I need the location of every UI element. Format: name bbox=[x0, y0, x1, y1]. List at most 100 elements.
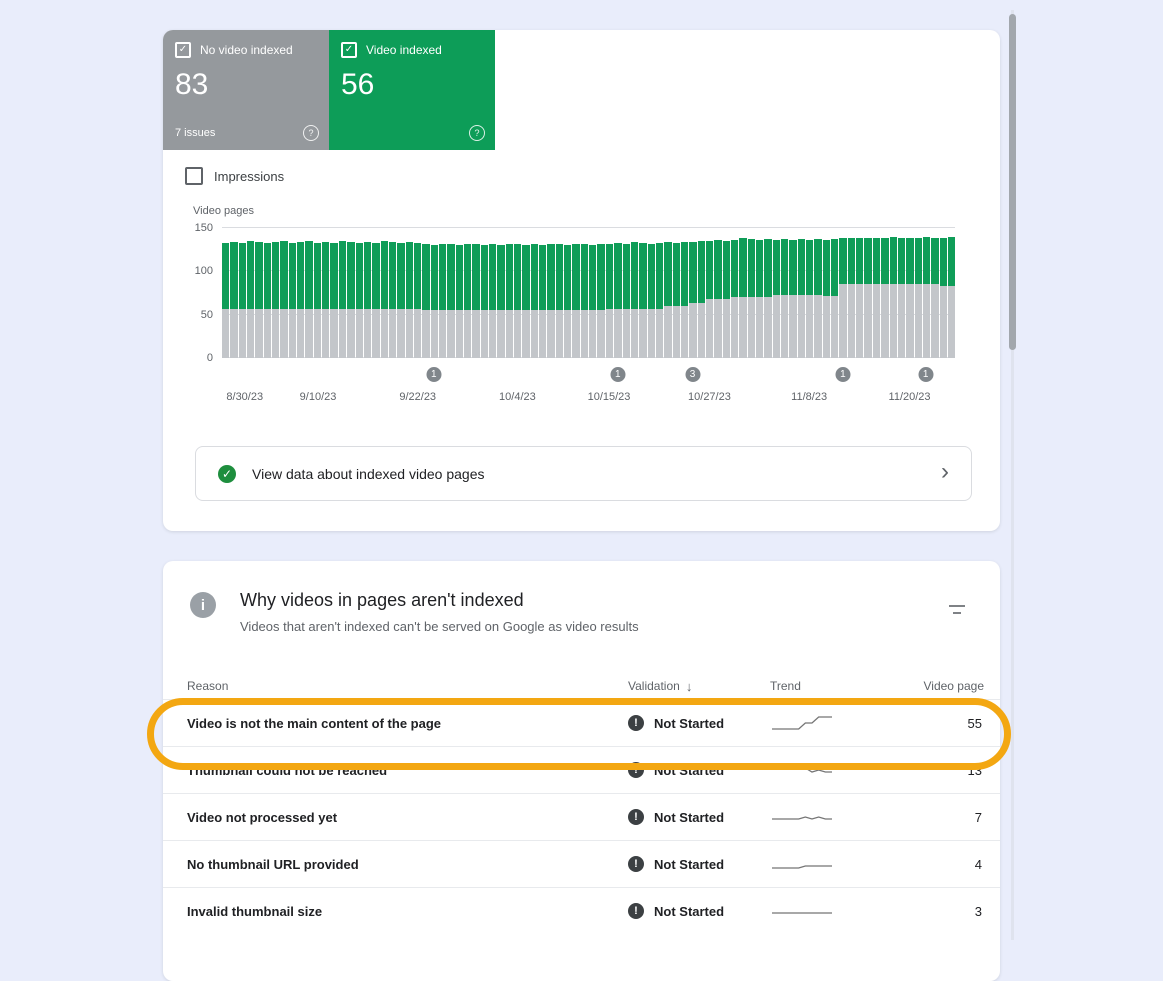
checkbox-checked-icon[interactable]: ✓ bbox=[341, 42, 357, 58]
chart-bar[interactable] bbox=[798, 239, 805, 358]
chart-bar[interactable] bbox=[597, 244, 604, 358]
table-row[interactable]: Invalid thumbnail size ! Not Started 3 bbox=[163, 887, 1000, 934]
header-video-page[interactable]: Video page bbox=[908, 679, 984, 693]
chart-event-badge[interactable]: 1 bbox=[835, 367, 850, 382]
impressions-toggle[interactable]: Impressions bbox=[185, 167, 284, 185]
chart-bars[interactable] bbox=[222, 228, 955, 358]
chart-bar[interactable] bbox=[397, 243, 404, 358]
chart-bar[interactable] bbox=[589, 245, 596, 358]
chart-bar[interactable] bbox=[764, 239, 771, 358]
chart-bar[interactable] bbox=[890, 237, 897, 358]
header-reason[interactable]: Reason bbox=[187, 679, 628, 693]
chart-bar[interactable] bbox=[689, 242, 696, 358]
chart-bar[interactable] bbox=[247, 241, 254, 358]
view-indexed-data-banner[interactable]: ✓ View data about indexed video pages › bbox=[195, 446, 972, 501]
chart-bar[interactable] bbox=[931, 238, 938, 358]
chart-bar[interactable] bbox=[280, 241, 287, 358]
chart-bar[interactable] bbox=[222, 243, 229, 358]
chart-bar[interactable] bbox=[539, 245, 546, 358]
chart-bar[interactable] bbox=[414, 243, 421, 358]
chart-bar[interactable] bbox=[781, 239, 788, 358]
chart-bar[interactable] bbox=[297, 242, 304, 358]
chart-bar[interactable] bbox=[706, 241, 713, 358]
chart-bar[interactable] bbox=[239, 243, 246, 358]
chart-bar[interactable] bbox=[606, 244, 613, 358]
chart-bar[interactable] bbox=[873, 238, 880, 358]
chart-bar[interactable] bbox=[731, 240, 738, 358]
chart-bar[interactable] bbox=[648, 244, 655, 358]
chart-event-badge[interactable]: 1 bbox=[610, 367, 625, 382]
chart-bar[interactable] bbox=[322, 242, 329, 358]
chart-bar[interactable] bbox=[230, 242, 237, 358]
help-icon[interactable]: ? bbox=[469, 125, 485, 141]
chart-bar[interactable] bbox=[806, 240, 813, 358]
chart-bar[interactable] bbox=[314, 243, 321, 358]
chart-bar[interactable] bbox=[773, 240, 780, 358]
checkbox-unchecked-icon[interactable] bbox=[185, 167, 203, 185]
chart-bar[interactable] bbox=[364, 242, 371, 358]
chart-bar[interactable] bbox=[623, 244, 630, 358]
chart-bar[interactable] bbox=[723, 241, 730, 358]
chart-bar[interactable] bbox=[681, 242, 688, 358]
chart-bar[interactable] bbox=[756, 240, 763, 358]
chart-bar[interactable] bbox=[556, 244, 563, 358]
chart-bar[interactable] bbox=[330, 243, 337, 358]
chart-bar[interactable] bbox=[698, 241, 705, 358]
chart-bar[interactable] bbox=[497, 245, 504, 358]
chart-bar[interactable] bbox=[356, 243, 363, 358]
table-row[interactable]: Video not processed yet ! Not Started 7 bbox=[163, 793, 1000, 840]
chart-bar[interactable] bbox=[255, 242, 262, 358]
chart-bar[interactable] bbox=[714, 240, 721, 358]
chart-bar[interactable] bbox=[631, 242, 638, 358]
chart-bar[interactable] bbox=[923, 237, 930, 358]
table-row[interactable]: No thumbnail URL provided ! Not Started … bbox=[163, 840, 1000, 887]
chart-bar[interactable] bbox=[506, 244, 513, 358]
chart-bar[interactable] bbox=[514, 244, 521, 358]
chart-bar[interactable] bbox=[472, 244, 479, 358]
chart-bar[interactable] bbox=[940, 238, 947, 358]
header-validation[interactable]: Validation ↓ bbox=[628, 679, 770, 694]
chart-bar[interactable] bbox=[422, 244, 429, 358]
chart-bar[interactable] bbox=[748, 239, 755, 358]
chart-bar[interactable] bbox=[673, 243, 680, 358]
chart-bar[interactable] bbox=[915, 238, 922, 358]
chart-bar[interactable] bbox=[572, 244, 579, 358]
stacked-bar-chart[interactable]: 050100150 bbox=[222, 228, 955, 358]
chart-bar[interactable] bbox=[823, 240, 830, 358]
scrollbar-thumb[interactable] bbox=[1009, 14, 1016, 350]
chart-bar[interactable] bbox=[831, 239, 838, 358]
chart-bar[interactable] bbox=[339, 241, 346, 358]
chart-bar[interactable] bbox=[898, 238, 905, 358]
chart-event-badge[interactable]: 3 bbox=[685, 367, 700, 382]
chart-bar[interactable] bbox=[456, 245, 463, 358]
chart-bar[interactable] bbox=[881, 238, 888, 358]
chart-bar[interactable] bbox=[614, 243, 621, 358]
chart-bar[interactable] bbox=[289, 243, 296, 358]
checkbox-checked-icon[interactable]: ✓ bbox=[175, 42, 191, 58]
chart-event-badge[interactable]: 1 bbox=[426, 367, 441, 382]
chart-bar[interactable] bbox=[789, 240, 796, 358]
chart-bar[interactable] bbox=[264, 243, 271, 358]
chart-bar[interactable] bbox=[739, 238, 746, 358]
chart-bar[interactable] bbox=[906, 238, 913, 358]
table-row[interactable]: Video is not the main content of the pag… bbox=[163, 699, 1000, 746]
chart-bar[interactable] bbox=[464, 244, 471, 358]
chart-bar[interactable] bbox=[864, 238, 871, 358]
tile-no-video-indexed[interactable]: ✓ No video indexed 83 7 issues ? bbox=[163, 30, 329, 150]
help-icon[interactable]: ? bbox=[303, 125, 319, 141]
tile-video-indexed[interactable]: ✓ Video indexed 56 ? bbox=[329, 30, 495, 150]
chart-bar[interactable] bbox=[848, 238, 855, 358]
chart-bar[interactable] bbox=[948, 237, 955, 358]
chart-bar[interactable] bbox=[489, 244, 496, 358]
chart-bar[interactable] bbox=[531, 244, 538, 358]
header-trend[interactable]: Trend bbox=[770, 679, 908, 693]
chart-bar[interactable] bbox=[272, 242, 279, 358]
chart-bar[interactable] bbox=[814, 239, 821, 358]
chart-bar[interactable] bbox=[447, 244, 454, 358]
chart-event-badge[interactable]: 1 bbox=[918, 367, 933, 382]
filter-icon[interactable] bbox=[948, 603, 966, 621]
chart-bar[interactable] bbox=[347, 242, 354, 358]
chart-bar[interactable] bbox=[372, 243, 379, 358]
chart-bar[interactable] bbox=[664, 242, 671, 358]
chart-bar[interactable] bbox=[406, 242, 413, 358]
